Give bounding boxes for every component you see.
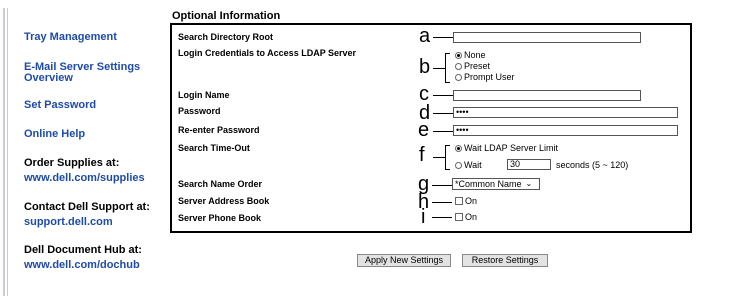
callout-d-line [433, 113, 453, 114]
order-supplies-link[interactable]: www.dell.com/supplies [24, 172, 145, 184]
label-login-credentials: Login Credentials to Access LDAP Server [178, 48, 357, 58]
sidebar-link-tray-management[interactable]: Tray Management [24, 32, 117, 43]
sidebar-link-online-help[interactable]: Online Help [24, 129, 85, 140]
callout-b: b [419, 56, 431, 78]
apply-new-settings-button[interactable]: Apply New Settings [357, 254, 451, 267]
label-login-name: Login Name [178, 90, 230, 100]
contact-support-link[interactable]: support.dell.com [24, 216, 113, 228]
radio-selected-icon [455, 51, 462, 59]
credentials-option-none[interactable]: None [455, 50, 486, 60]
order-supplies-title: Order Supplies at: [24, 157, 120, 169]
radio-empty-icon [455, 62, 462, 70]
document-hub-link[interactable]: www.dell.com/dochub [24, 259, 140, 271]
section-title: Optional Information [172, 10, 281, 22]
timeout-seconds-input[interactable]: 30 [507, 159, 551, 170]
callout-a: a [419, 25, 431, 47]
callout-b-bracket [445, 53, 450, 83]
callout-e-line [433, 131, 453, 132]
callout-e: e [418, 119, 430, 141]
callout-i-line [432, 217, 452, 218]
label-search-timeout: Search Time-Out [178, 143, 250, 153]
callout-i: i [421, 206, 426, 228]
reenter-password-input[interactable]: •••• [453, 125, 678, 136]
timeout-option-server-limit[interactable]: Wait LDAP Server Limit [455, 143, 558, 153]
checkbox-icon [455, 197, 463, 205]
restore-settings-button[interactable]: Restore Settings [462, 254, 548, 267]
sidebar-link-email-server-settings[interactable]: E-Mail Server Settings Overview [24, 62, 159, 84]
sidebar-link-set-password[interactable]: Set Password [24, 100, 96, 111]
left-border-inner [7, 8, 8, 296]
label-password: Password [178, 106, 221, 116]
search-name-order-select[interactable]: *Common Name ⌄ [452, 178, 540, 190]
radio-empty-icon [455, 161, 462, 169]
radio-selected-icon [455, 144, 462, 152]
contact-support-title: Contact Dell Support at: [24, 201, 150, 213]
credentials-option-preset[interactable]: Preset [455, 61, 490, 71]
credentials-option-prompt-user[interactable]: Prompt User [455, 72, 515, 82]
login-name-input[interactable] [453, 90, 641, 101]
document-hub-title: Dell Document Hub at: [24, 244, 142, 256]
label-server-phone-book: Server Phone Book [178, 213, 262, 223]
label-search-directory-root: Search Directory Root [178, 32, 274, 42]
callout-c-line [433, 95, 453, 96]
callout-f-line [433, 157, 445, 158]
callout-h-line [432, 202, 452, 203]
callout-f: f [419, 144, 425, 166]
server-address-book-checkbox[interactable]: On [455, 196, 477, 206]
chevron-down-icon: ⌄ [525, 179, 533, 188]
label-search-name-order: Search Name Order [178, 179, 263, 189]
callout-c: c [419, 83, 429, 105]
radio-empty-icon [455, 73, 462, 81]
label-reenter-password: Re-enter Password [178, 125, 260, 135]
checkbox-icon [455, 213, 463, 221]
callout-g-line [432, 185, 452, 186]
server-phone-book-checkbox[interactable]: On [455, 212, 477, 222]
callout-a-line [433, 37, 453, 38]
callout-b-line [433, 68, 445, 69]
callout-f-bracket [445, 145, 450, 170]
password-input[interactable]: •••• [453, 107, 678, 118]
timeout-hint: seconds (5 ~ 120) [556, 160, 629, 170]
label-server-address-book: Server Address Book [178, 196, 270, 206]
search-directory-root-input[interactable] [453, 32, 641, 43]
timeout-option-wait[interactable]: Wait [455, 160, 482, 170]
left-border [3, 8, 5, 296]
